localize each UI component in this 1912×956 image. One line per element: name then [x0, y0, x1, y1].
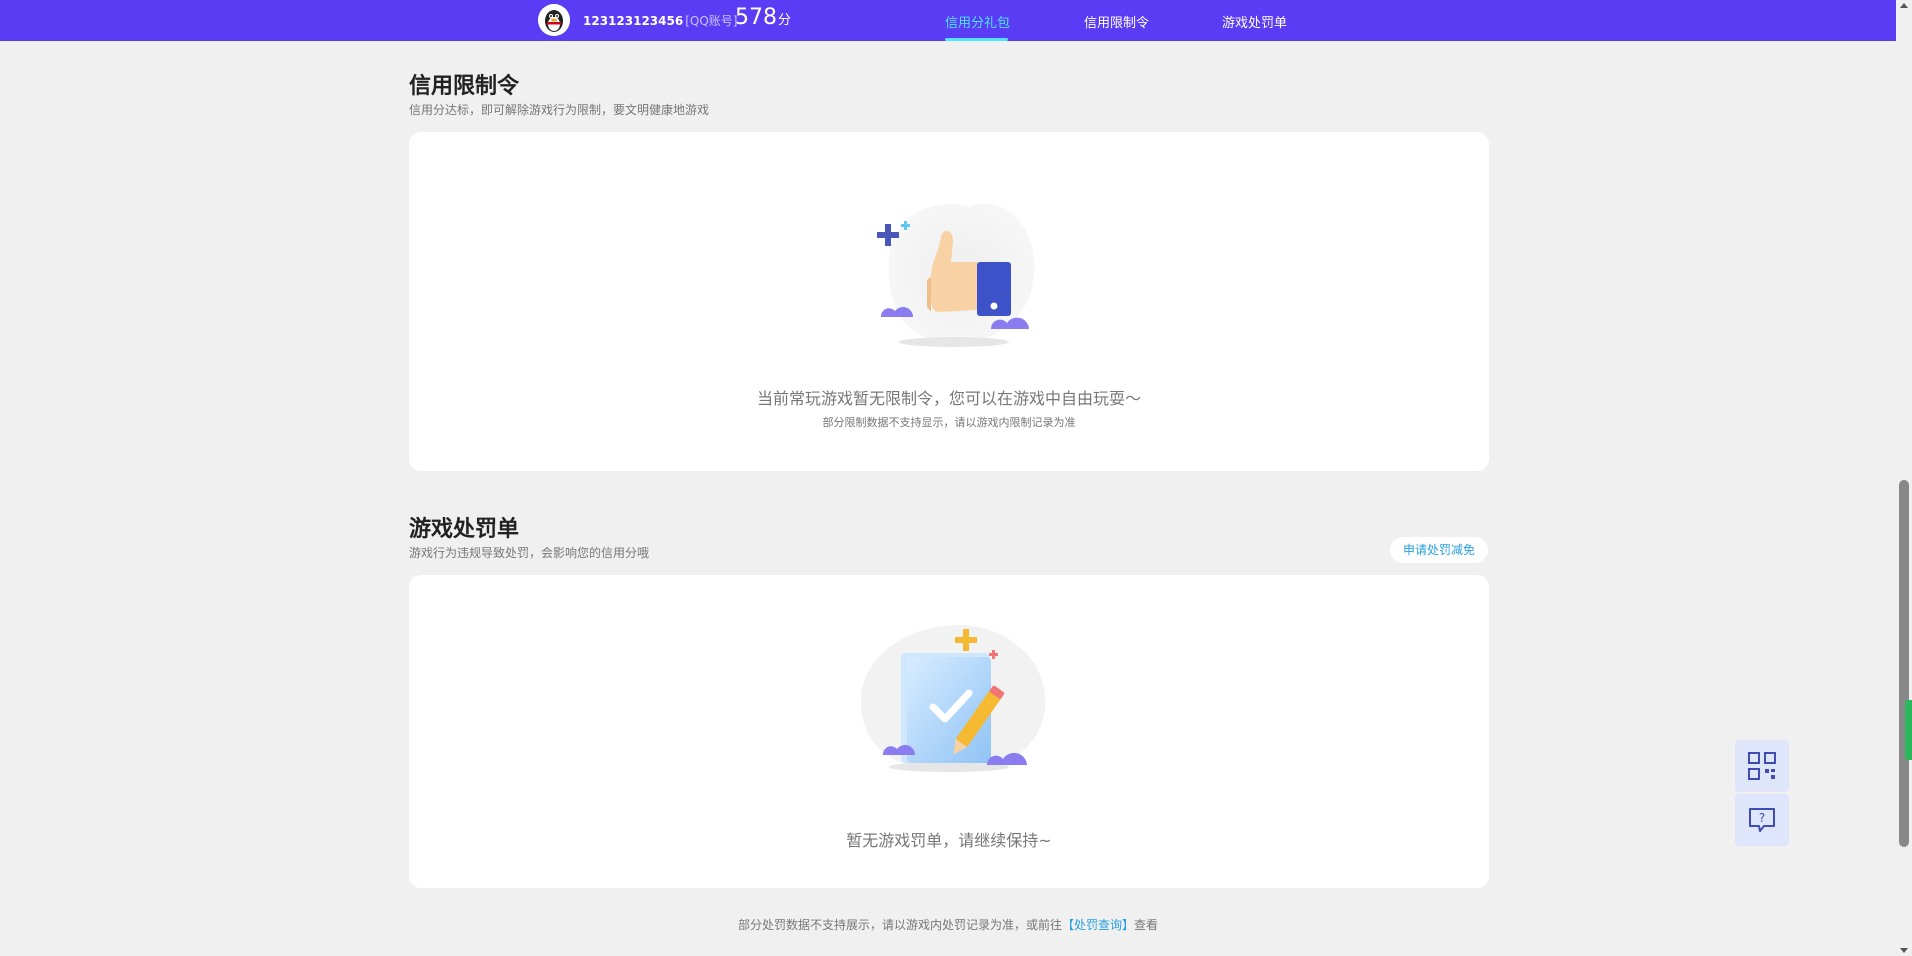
side-tab-indicator — [1905, 700, 1912, 760]
active-tab-indicator — [945, 38, 1008, 41]
footer-note: 部分处罚数据不支持展示，请以游戏内处罚记录为准，或前往【处罚查询】查看 — [0, 916, 1896, 933]
qr-code-icon — [1748, 752, 1776, 780]
apply-penalty-reduction-button[interactable]: 申请处罚减免 — [1390, 537, 1488, 563]
penalty-title: 游戏处罚单 — [409, 517, 520, 542]
credit-score: 578分 — [735, 5, 791, 30]
tab-credit-gift[interactable]: 信用分礼包 — [945, 12, 1010, 31]
account-info: 123123123456 [QQ账号] — [583, 12, 737, 29]
restriction-card: 当前常玩游戏暂无限制令，您可以在游戏中自由玩耍～ 部分限制数据不支持显示，请以游… — [409, 132, 1489, 471]
qr-code-button[interactable] — [1735, 740, 1789, 792]
avatar[interactable] — [538, 4, 570, 36]
notebook-check-icon — [860, 625, 1046, 773]
penalty-card: 暂无游戏罚单，请继续保持~ — [409, 575, 1489, 888]
scrollbar-thumb[interactable] — [1899, 480, 1909, 847]
help-chat-icon: ? — [1749, 808, 1775, 832]
account-number: 123123123456 — [583, 14, 684, 28]
thumbs-up-icon — [877, 203, 1035, 347]
top-nav-bar: 123123123456 [QQ账号] 578分 信用分礼包 信用限制令 游戏处罚… — [0, 0, 1896, 41]
restriction-empty-note: 部分限制数据不支持显示，请以游戏内限制记录为准 — [822, 416, 1076, 429]
tab-credit-restriction[interactable]: 信用限制令 — [1084, 12, 1149, 31]
restriction-subtitle: 信用分达标，即可解除游戏行为限制，要文明健康地游戏 — [409, 103, 710, 117]
score-unit: 分 — [778, 13, 792, 28]
footer-note-text: 部分处罚数据不支持展示，请以游戏内处罚记录为准，或前往 — [737, 918, 1062, 932]
penalty-query-link[interactable]: 【处罚查询】 — [1062, 918, 1134, 932]
score-value: 578 — [735, 5, 777, 30]
scroll-up-arrow-icon[interactable] — [1900, 3, 1908, 8]
help-button[interactable]: ? — [1735, 794, 1789, 846]
restriction-title: 信用限制令 — [409, 74, 520, 99]
penalty-subtitle: 游戏行为违规导致处罚，会影响您的信用分哦 — [409, 546, 650, 560]
footer-note-suffix: 查看 — [1134, 918, 1159, 932]
penalty-empty-text: 暂无游戏罚单，请继续保持~ — [846, 831, 1052, 850]
qq-penguin-icon — [538, 4, 570, 36]
account-type: [QQ账号] — [685, 14, 738, 28]
vertical-scrollbar[interactable] — [1896, 0, 1912, 956]
tab-game-penalty[interactable]: 游戏处罚单 — [1222, 12, 1287, 31]
restriction-empty-text: 当前常玩游戏暂无限制令，您可以在游戏中自由玩耍～ — [756, 389, 1141, 408]
scroll-down-arrow-icon[interactable] — [1900, 948, 1908, 953]
svg-text:?: ? — [1759, 811, 1765, 825]
